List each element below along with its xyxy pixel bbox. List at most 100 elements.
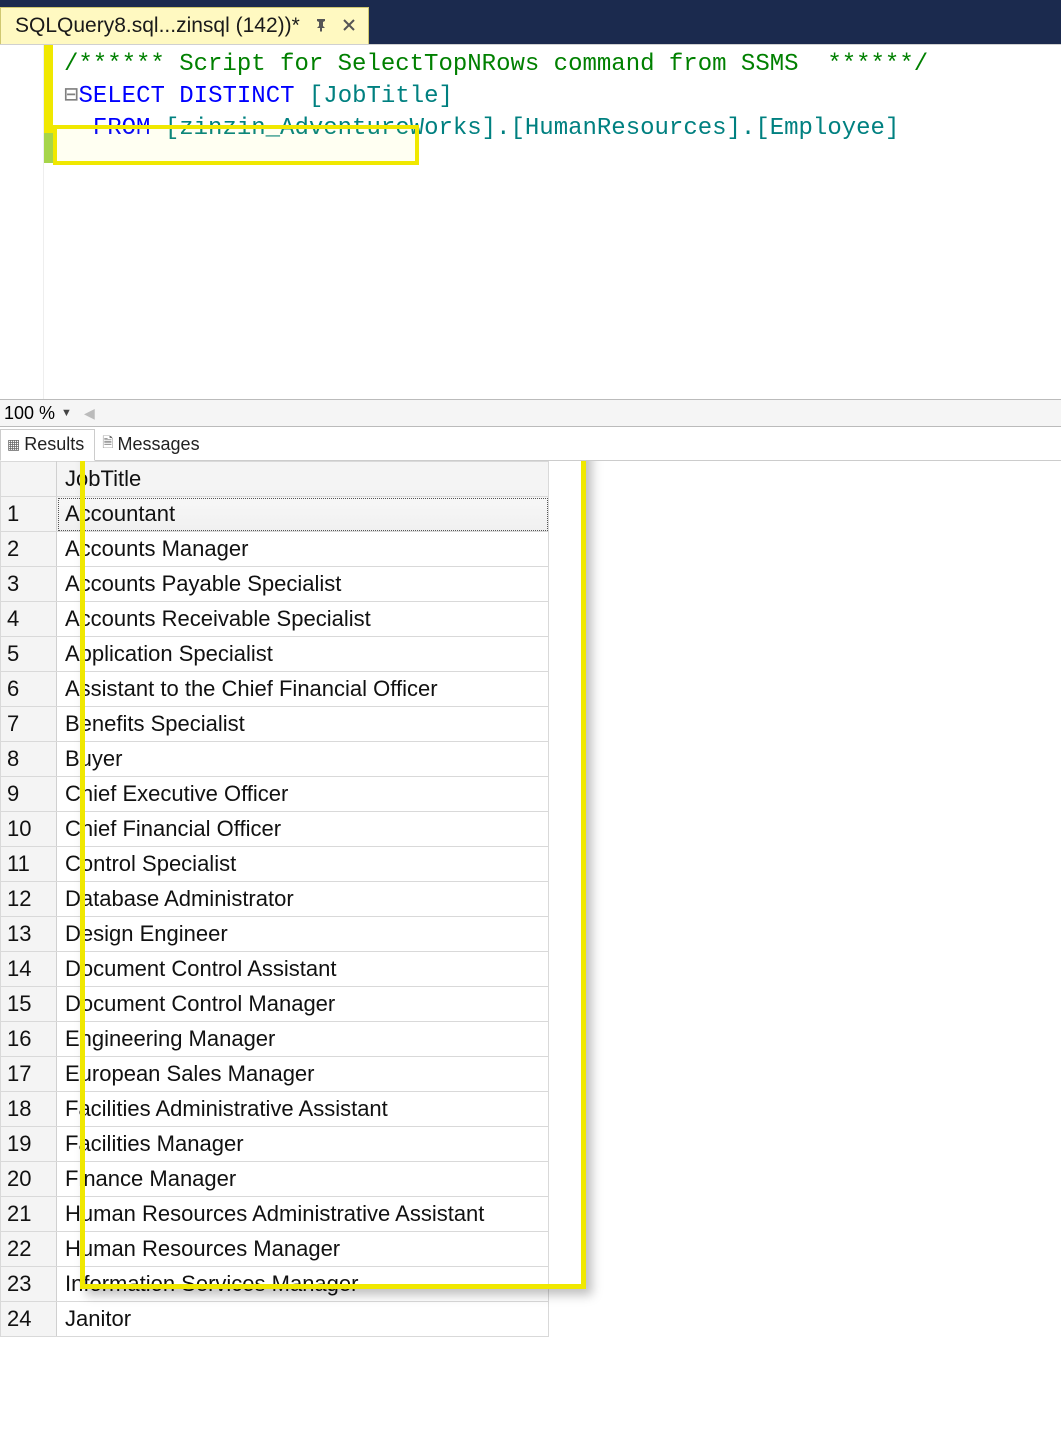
- row-number[interactable]: 24: [1, 1302, 57, 1337]
- table-row[interactable]: 20Finance Manager: [1, 1162, 549, 1197]
- row-number[interactable]: 11: [1, 847, 57, 882]
- table-row[interactable]: 5Application Specialist: [1, 637, 549, 672]
- tab-messages[interactable]: 🗎 Messages: [95, 429, 210, 460]
- zoom-dropdown[interactable]: 100 % ▼: [4, 403, 76, 424]
- table-row[interactable]: 2Accounts Manager: [1, 532, 549, 567]
- cell-jobtitle[interactable]: Document Control Manager: [57, 987, 549, 1022]
- row-number[interactable]: 8: [1, 742, 57, 777]
- cell-jobtitle[interactable]: Finance Manager: [57, 1162, 549, 1197]
- document-tab[interactable]: SQLQuery8.sql...zinsql (142))*: [0, 7, 369, 44]
- table-row[interactable]: 16Engineering Manager: [1, 1022, 549, 1057]
- row-number[interactable]: 12: [1, 882, 57, 917]
- table-row[interactable]: 6Assistant to the Chief Financial Office…: [1, 672, 549, 707]
- table-row[interactable]: 10Chief Financial Officer: [1, 812, 549, 847]
- table-row[interactable]: 11Control Specialist: [1, 847, 549, 882]
- table-row[interactable]: 22Human Resources Manager: [1, 1232, 549, 1267]
- cell-jobtitle[interactable]: Assistant to the Chief Financial Officer: [57, 672, 549, 707]
- table-row[interactable]: 17European Sales Manager: [1, 1057, 549, 1092]
- editor-status-strip: 100 % ▼ ◀: [0, 399, 1061, 427]
- row-number[interactable]: 1: [1, 497, 57, 532]
- grid-corner: [1, 462, 57, 497]
- cell-jobtitle[interactable]: Accounts Manager: [57, 532, 549, 567]
- row-number[interactable]: 4: [1, 602, 57, 637]
- table-row[interactable]: 12Database Administrator: [1, 882, 549, 917]
- cell-jobtitle[interactable]: Engineering Manager: [57, 1022, 549, 1057]
- cell-jobtitle[interactable]: Database Administrator: [57, 882, 549, 917]
- cell-jobtitle[interactable]: Information Services Manager: [57, 1267, 549, 1302]
- row-number[interactable]: 20: [1, 1162, 57, 1197]
- row-number[interactable]: 13: [1, 917, 57, 952]
- row-number[interactable]: 2: [1, 532, 57, 567]
- tab-results-label: Results: [24, 434, 84, 455]
- cell-jobtitle[interactable]: Control Specialist: [57, 847, 549, 882]
- row-number[interactable]: 18: [1, 1092, 57, 1127]
- cell-jobtitle[interactable]: Accounts Payable Specialist: [57, 567, 549, 602]
- row-number[interactable]: 15: [1, 987, 57, 1022]
- table-row[interactable]: 1Accountant: [1, 497, 549, 532]
- pin-icon[interactable]: [314, 17, 328, 35]
- row-number[interactable]: 22: [1, 1232, 57, 1267]
- cell-jobtitle[interactable]: Accountant: [57, 497, 549, 532]
- cell-jobtitle[interactable]: Benefits Specialist: [57, 707, 549, 742]
- results-grid-container: JobTitle 1Accountant2Accounts Manager3Ac…: [0, 461, 1061, 1337]
- cell-jobtitle[interactable]: Accounts Receivable Specialist: [57, 602, 549, 637]
- table-name: [zinzin_AdventureWorks].[HumanResources]…: [165, 115, 900, 142]
- result-tabstrip: ▦ Results 🗎 Messages: [0, 427, 1061, 461]
- cell-jobtitle[interactable]: Application Specialist: [57, 637, 549, 672]
- cell-jobtitle[interactable]: Human Resources Administrative Assistant: [57, 1197, 549, 1232]
- cell-jobtitle[interactable]: Human Resources Manager: [57, 1232, 549, 1267]
- grid-header-row: JobTitle: [1, 462, 549, 497]
- row-number[interactable]: 9: [1, 777, 57, 812]
- tab-results[interactable]: ▦ Results: [0, 429, 95, 461]
- table-row[interactable]: 14Document Control Assistant: [1, 952, 549, 987]
- column-header-jobtitle[interactable]: JobTitle: [57, 462, 549, 497]
- table-row[interactable]: 8Buyer: [1, 742, 549, 777]
- close-icon[interactable]: [342, 17, 356, 35]
- kw-distinct: DISTINCT: [179, 83, 294, 110]
- table-row[interactable]: 21Human Resources Administrative Assista…: [1, 1197, 549, 1232]
- editor-gutter: [0, 45, 44, 399]
- sql-code[interactable]: /****** Script for SelectTopNRows comman…: [0, 45, 1061, 177]
- cell-jobtitle[interactable]: Chief Financial Officer: [57, 812, 549, 847]
- row-number[interactable]: 21: [1, 1197, 57, 1232]
- table-row[interactable]: 15Document Control Manager: [1, 987, 549, 1022]
- table-row[interactable]: 9Chief Executive Officer: [1, 777, 549, 812]
- chevron-down-icon[interactable]: ▼: [57, 407, 76, 419]
- table-row[interactable]: 24Janitor: [1, 1302, 549, 1337]
- row-number[interactable]: 17: [1, 1057, 57, 1092]
- cell-jobtitle[interactable]: Document Control Assistant: [57, 952, 549, 987]
- collapse-marker[interactable]: ⊟: [64, 83, 78, 110]
- row-number[interactable]: 23: [1, 1267, 57, 1302]
- change-tracking-margin: [44, 45, 53, 163]
- message-icon: 🗎: [102, 432, 113, 456]
- kw-from: FROM: [93, 115, 151, 142]
- table-row[interactable]: 19Facilities Manager: [1, 1127, 549, 1162]
- kw-select: SELECT: [78, 83, 164, 110]
- table-row[interactable]: 23Information Services Manager: [1, 1267, 549, 1302]
- hscroll-left-icon[interactable]: ◀: [84, 405, 95, 422]
- row-number[interactable]: 14: [1, 952, 57, 987]
- row-number[interactable]: 3: [1, 567, 57, 602]
- sql-editor[interactable]: /****** Script for SelectTopNRows comman…: [0, 44, 1061, 399]
- table-row[interactable]: 4Accounts Receivable Specialist: [1, 602, 549, 637]
- cell-jobtitle[interactable]: Buyer: [57, 742, 549, 777]
- sql-comment: /****** Script for SelectTopNRows comman…: [64, 51, 928, 78]
- zoom-value: 100 %: [4, 403, 55, 424]
- row-number[interactable]: 5: [1, 637, 57, 672]
- cell-jobtitle[interactable]: Design Engineer: [57, 917, 549, 952]
- cell-jobtitle[interactable]: European Sales Manager: [57, 1057, 549, 1092]
- cell-jobtitle[interactable]: Janitor: [57, 1302, 549, 1337]
- row-number[interactable]: 6: [1, 672, 57, 707]
- cell-jobtitle[interactable]: Facilities Manager: [57, 1127, 549, 1162]
- row-number[interactable]: 19: [1, 1127, 57, 1162]
- table-row[interactable]: 3Accounts Payable Specialist: [1, 567, 549, 602]
- table-row[interactable]: 7Benefits Specialist: [1, 707, 549, 742]
- cell-jobtitle[interactable]: Facilities Administrative Assistant: [57, 1092, 549, 1127]
- cell-jobtitle[interactable]: Chief Executive Officer: [57, 777, 549, 812]
- row-number[interactable]: 16: [1, 1022, 57, 1057]
- row-number[interactable]: 10: [1, 812, 57, 847]
- table-row[interactable]: 13Design Engineer: [1, 917, 549, 952]
- table-row[interactable]: 18Facilities Administrative Assistant: [1, 1092, 549, 1127]
- row-number[interactable]: 7: [1, 707, 57, 742]
- results-grid[interactable]: JobTitle 1Accountant2Accounts Manager3Ac…: [0, 461, 549, 1337]
